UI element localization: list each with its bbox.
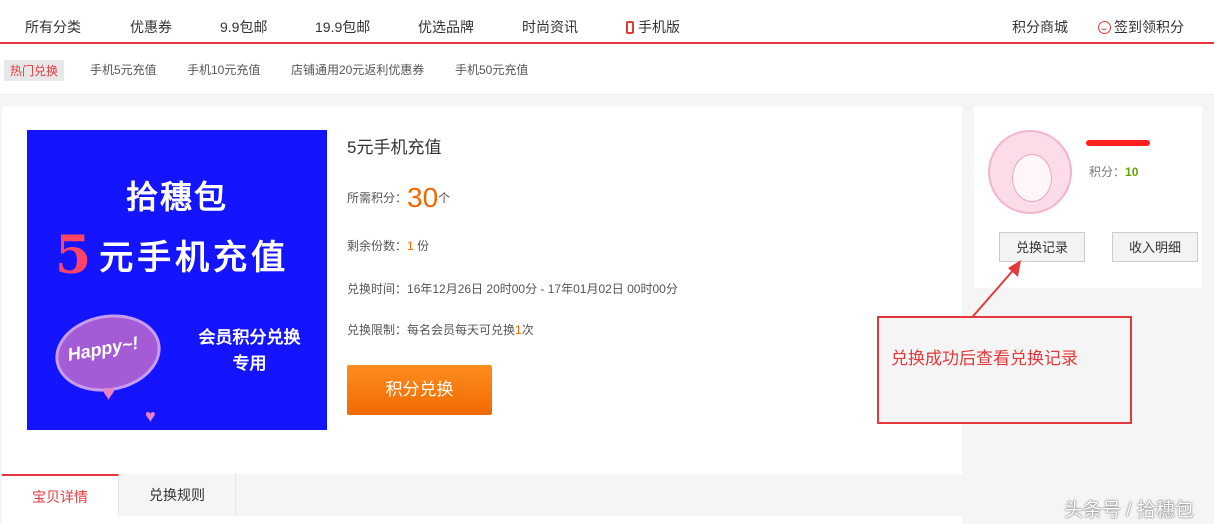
product-title: 5元手机充值 [347, 138, 442, 157]
subnav-item-10-yuan[interactable]: 手机10元充值 [187, 61, 260, 78]
exchange-time: 兑换时间：16年12月26日 20时00分 - 17年01月02日 00时00分 [347, 280, 678, 297]
nav-points-mall[interactable]: 积分商城 [1012, 17, 1068, 37]
remaining-count: 剩余份数：1 份 [347, 237, 429, 254]
phone-icon [626, 21, 634, 34]
nav-all-categories[interactable]: 所有分类 [25, 17, 81, 37]
top-nav: 所有分类 优惠券 9.9包邮 19.9包邮 优选品牌 时尚资讯 手机版 积分商城… [0, 0, 1214, 44]
points-label: 所需积分： [347, 191, 408, 205]
smile-icon [1098, 21, 1111, 34]
points-value: 30 [407, 182, 439, 213]
subnav-item-50-yuan[interactable]: 手机50元充值 [455, 61, 528, 78]
score-label: 积分： [1089, 165, 1126, 179]
limit-label: 兑换限制： [347, 323, 408, 337]
subnav-hot-exchange[interactable]: 热门兑换 [4, 60, 65, 81]
product-image-subtitle: 会员积分兑换 专用 [177, 325, 322, 377]
product-image-subtitle-line2: 专用 [232, 354, 267, 374]
remaining-value: 1 [407, 239, 414, 253]
username-redacted [1086, 140, 1150, 146]
product-image-title-text: 元手机充值 [99, 238, 290, 278]
subnav-item-5-yuan[interactable]: 手机5元充值 [90, 61, 157, 78]
nav-9-9-free-shipping[interactable]: 9.9包邮 [220, 17, 267, 37]
time-label: 兑换时间： [347, 282, 408, 296]
product-image: 拾穗包 5 元手机充值 Happy~! ♥ ♥ 会员积分兑换 专用 [27, 130, 327, 430]
nav-mobile[interactable]: 手机版 [626, 17, 680, 37]
heart-icon: ♥ [102, 380, 116, 405]
income-details-button[interactable]: 收入明细 [1112, 232, 1198, 262]
detail-tabs: 宝贝详情 兑换规则 [2, 474, 962, 524]
watermark: 头条号 / 拾穗包 [1064, 500, 1194, 521]
limit-num: 1 [515, 323, 522, 337]
product-image-brand: 拾穗包 [125, 178, 228, 216]
score-value: 10 [1125, 165, 1139, 179]
time-value: 16年12月26日 20时00分 - 17年01月02日 00时00分 [407, 282, 678, 296]
nav-fashion-news[interactable]: 时尚资讯 [522, 17, 578, 37]
redeem-button[interactable]: 积分兑换 [347, 365, 492, 415]
annotation-text: 兑换成功后查看兑换记录 [891, 349, 1078, 368]
avatar[interactable] [988, 130, 1072, 214]
product-image-title: 5 元手机充值 [55, 225, 289, 286]
tab-exchange-rules[interactable]: 兑换规则 [119, 474, 236, 516]
tab-product-details[interactable]: 宝贝详情 [2, 474, 119, 518]
limit-pre: 每名会员每天可兑换 [407, 323, 516, 337]
product-image-subtitle-line1: 会员积分兑换 [198, 328, 301, 348]
subnav-item-coupon[interactable]: 店铺通用20元返利优惠券 [291, 61, 424, 78]
nav-brands[interactable]: 优选品牌 [418, 17, 474, 37]
nav-coupons[interactable]: 优惠券 [130, 17, 172, 37]
points-required: 所需积分：30个 [347, 182, 450, 214]
nav-19-9-free-shipping[interactable]: 19.9包邮 [315, 17, 370, 37]
avatar-face-icon [1012, 154, 1052, 202]
nav-signin-label: 签到领积分 [1114, 19, 1184, 35]
exchange-limit: 兑换限制：每名会员每天可兑换1次 [347, 321, 534, 338]
user-score: 积分：10 [1089, 163, 1138, 180]
product-image-number: 5 [55, 225, 96, 286]
remaining-unit: 份 [413, 239, 430, 253]
tabs-content-start [2, 516, 962, 524]
bubble-text: Happy~! [66, 332, 140, 365]
remaining-label: 剩余份数： [347, 239, 408, 253]
sub-nav: 热门兑换 手机5元充值 手机10元充值 店铺通用20元返利优惠券 手机50元充值 [0, 46, 1214, 95]
heart-icon: ♥ [145, 406, 156, 426]
points-unit: 个 [438, 191, 451, 205]
limit-post: 次 [521, 323, 534, 337]
annotation-box: 兑换成功后查看兑换记录 [877, 316, 1132, 424]
nav-mobile-label: 手机版 [638, 19, 680, 35]
nav-signin[interactable]: 签到领积分 [1098, 17, 1184, 37]
